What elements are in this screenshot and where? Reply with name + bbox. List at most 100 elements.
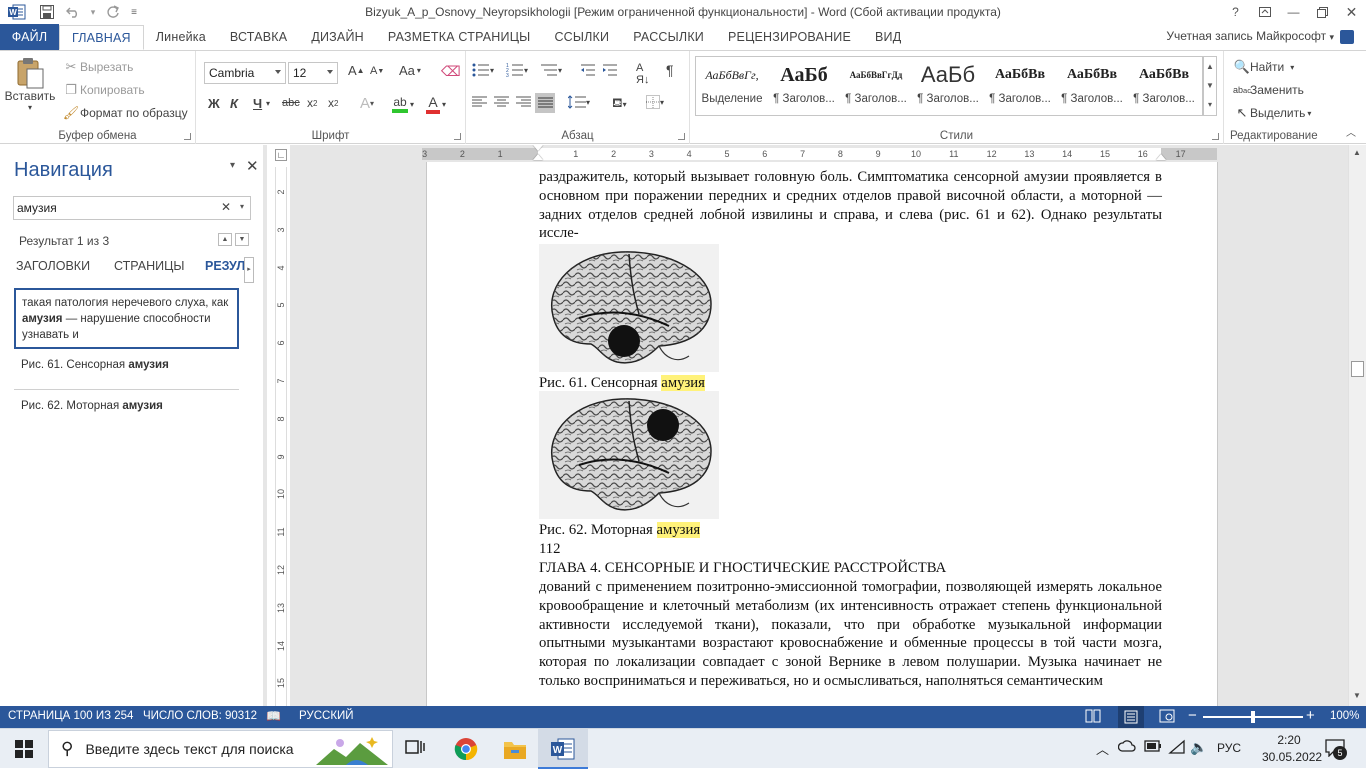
scrollbar-thumb[interactable] [1351, 361, 1364, 377]
nav-search-input[interactable] [17, 199, 217, 217]
tab-review[interactable]: РЕЦЕНЗИРОВАНИЕ [716, 24, 863, 50]
justify-icon[interactable] [535, 93, 555, 113]
grow-font-button[interactable]: A ▲ [348, 63, 365, 78]
undo-icon[interactable] [60, 0, 86, 24]
tab-selector-icon[interactable]: ∟ [275, 149, 287, 161]
tab-page-layout[interactable]: РАЗМЕТКА СТРАНИЦЫ [376, 24, 543, 50]
collapse-ribbon-icon[interactable]: ︿ [1346, 124, 1356, 139]
onedrive-icon[interactable] [1117, 739, 1136, 756]
bold-button[interactable]: Ж [208, 96, 220, 111]
show-marks-icon[interactable]: ¶ [666, 62, 674, 78]
align-right-icon[interactable] [516, 96, 531, 108]
underline-dropdown-icon[interactable]: ▾ [266, 99, 270, 108]
font-launcher-icon[interactable] [454, 133, 461, 140]
nav-search-box[interactable]: ✕ ▾ [13, 196, 251, 220]
tab-headings[interactable]: ЗАГОЛОВКИ [16, 259, 90, 273]
next-result-icon[interactable]: ▼ [235, 233, 249, 246]
read-mode-icon[interactable] [1085, 709, 1101, 726]
help-button[interactable]: ? [1221, 0, 1250, 24]
style-item-heading[interactable]: АаБбВв ¶ Заголов... [1056, 57, 1128, 115]
shading-button[interactable]: ⛾ ▾ [612, 95, 627, 113]
paragraph-launcher-icon[interactable] [678, 133, 685, 140]
left-indent-marker[interactable] [533, 154, 543, 160]
decrease-indent-icon[interactable] [580, 63, 596, 77]
borders-button[interactable]: ▾ [646, 95, 664, 109]
ribbon-display-options-icon[interactable] [1250, 0, 1279, 24]
sort-icon[interactable]: A Я↓ [636, 62, 649, 86]
zoom-level[interactable]: 100% [1330, 710, 1359, 722]
task-view-icon[interactable] [405, 739, 425, 760]
tray-overflow-icon[interactable]: ︿ [1096, 739, 1109, 758]
styles-up-icon[interactable]: ▲ [1204, 57, 1216, 76]
battery-icon[interactable] [1144, 740, 1162, 755]
style-item-emphasis[interactable]: АаБбВвГг, Выделение [696, 57, 768, 115]
restore-icon[interactable] [1308, 0, 1337, 24]
tab-references[interactable]: ССЫЛКИ [542, 24, 621, 50]
pane-splitter[interactable] [263, 145, 267, 706]
minimize-icon[interactable]: — [1279, 0, 1308, 24]
chrome-taskbar-icon[interactable] [454, 737, 478, 764]
tab-design[interactable]: ДИЗАЙН [299, 24, 376, 50]
windows-start-icon[interactable] [15, 740, 33, 761]
font-name-combo[interactable]: Cambria [204, 62, 286, 84]
tab-results[interactable]: РЕЗУЛЬ [205, 259, 245, 273]
vertical-scrollbar[interactable]: ▲ ▼ [1348, 145, 1366, 706]
styles-more-icon[interactable]: ▾ [1204, 95, 1216, 114]
print-layout-icon[interactable] [1118, 706, 1144, 728]
taskbar-search-box[interactable]: ⚲ Введите здесь текст для поиска [48, 730, 393, 768]
zoom-slider-thumb[interactable] [1251, 711, 1255, 723]
tab-pages[interactable]: СТРАНИЦЫ [114, 259, 184, 273]
avatar[interactable] [1340, 30, 1354, 44]
nav-options-icon[interactable]: ▾ [230, 160, 235, 171]
align-left-icon[interactable] [472, 96, 487, 108]
right-indent-marker[interactable] [1156, 154, 1166, 160]
align-center-icon[interactable] [494, 96, 509, 108]
previous-result-icon[interactable]: ▲ [218, 233, 232, 246]
line-spacing-button[interactable]: ▾ [568, 95, 590, 109]
web-layout-icon[interactable] [1159, 709, 1175, 726]
style-item-heading[interactable]: АаБб ¶ Заголов... [912, 57, 984, 115]
scroll-up-icon[interactable]: ▲ [1353, 148, 1361, 157]
customize-qat-icon[interactable]: ≡ [126, 0, 142, 24]
input-language[interactable]: РУС [1217, 741, 1241, 755]
language-indicator[interactable]: РУССКИЙ [299, 710, 354, 722]
save-icon[interactable] [34, 0, 60, 24]
strikethrough-button[interactable]: abc [282, 97, 300, 109]
notifications-icon[interactable]: 5 [1325, 739, 1347, 760]
multilevel-list-button[interactable]: ▾ [540, 63, 562, 77]
list-item[interactable]: такая патология неречевого слуха, как ам… [14, 288, 239, 349]
tab-file[interactable]: ФАЙЛ [0, 24, 59, 50]
bullets-button[interactable]: ▾ [472, 63, 494, 77]
figure-61-image[interactable] [539, 244, 719, 372]
numbering-button[interactable]: 1 2 3 ▾ [506, 63, 528, 77]
figure-62-image[interactable] [539, 391, 719, 519]
account-menu[interactable]: Учетная запись Майкрософт ▾ [1166, 29, 1334, 43]
close-window-icon[interactable]: ✕ [1337, 0, 1366, 24]
subscript-button[interactable]: x2 [307, 96, 317, 110]
copy-button[interactable]: ❐ Копировать [62, 80, 144, 100]
increase-indent-icon[interactable] [602, 63, 618, 77]
paste-button[interactable]: Вставить ▾ [4, 57, 56, 112]
style-item-heading[interactable]: АаБбВв ¶ Заголов... [984, 57, 1056, 115]
font-size-combo[interactable]: 12 [288, 62, 338, 84]
font-color-button[interactable]: A ▾ [426, 95, 446, 114]
styles-scroll[interactable]: ▲ ▼ ▾ [1203, 56, 1217, 116]
first-line-indent-marker[interactable] [533, 145, 543, 151]
proofing-icon[interactable]: 📖 [266, 709, 281, 723]
styles-launcher-icon[interactable] [1212, 133, 1219, 140]
page-count[interactable]: СТРАНИЦА 100 ИЗ 254 [8, 710, 133, 722]
format-painter-button[interactable]: 🖌 Формат по образцу [62, 103, 188, 123]
tab-ruler[interactable]: Линейка [144, 24, 218, 50]
word-app-icon[interactable]: W [0, 0, 34, 24]
network-icon[interactable] [1168, 739, 1186, 758]
scroll-down-icon[interactable]: ▼ [1353, 691, 1361, 700]
tab-home[interactable]: ГЛАВНАЯ [59, 25, 144, 50]
underline-button[interactable]: Ч [253, 96, 262, 111]
redo-icon[interactable] [100, 0, 126, 24]
text-effects-icon[interactable]: A ▾ [360, 95, 374, 112]
style-item-heading[interactable]: АаБб ¶ Заголов... [768, 57, 840, 115]
clipboard-launcher-icon[interactable] [184, 133, 191, 140]
zoom-in-icon[interactable]: + [1306, 707, 1315, 724]
document-page[interactable]: раздражитель, который вызывает головную … [426, 162, 1218, 706]
word-taskbar-button[interactable]: W [538, 729, 588, 769]
